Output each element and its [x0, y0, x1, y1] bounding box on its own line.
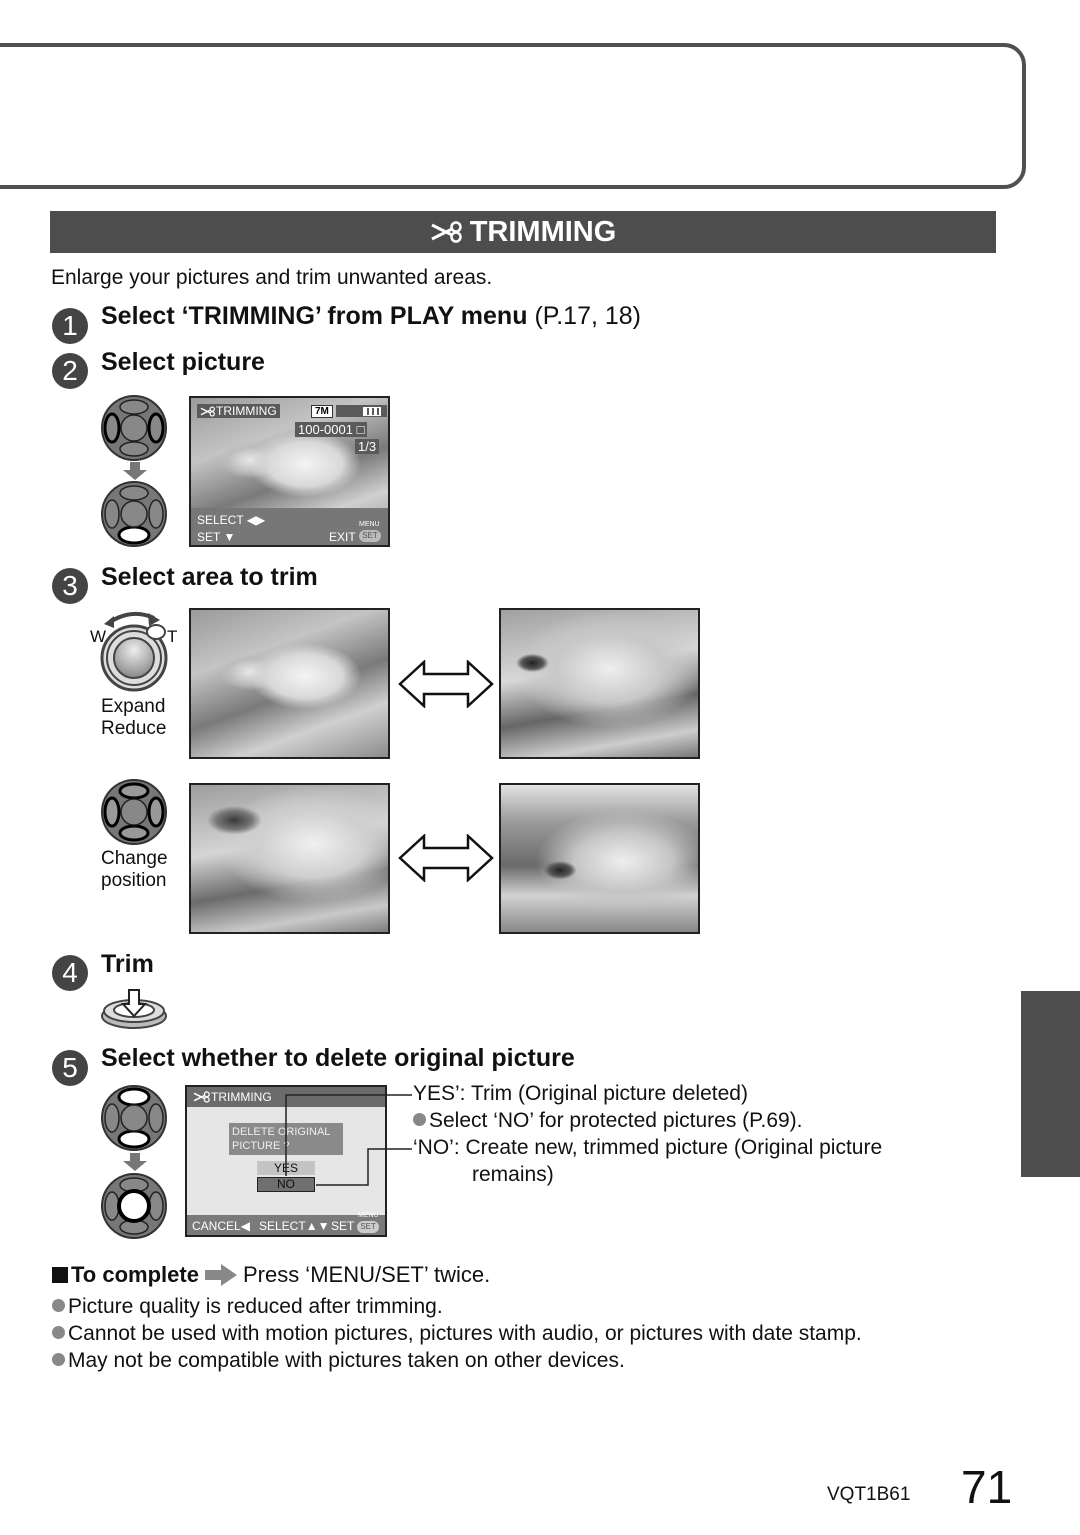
callout-leader-lines [285, 1094, 412, 1186]
no-option-description: ‘NO’: Create new, trimmed picture (Origi… [413, 1136, 883, 1159]
hint-exit: EXIT [329, 530, 356, 544]
lcd-hint-bar: CANCEL◀ SELECT▲▼ SET SET MENU [187, 1212, 385, 1235]
cursor-button-down-icon [101, 481, 167, 547]
bullet-icon [52, 1299, 65, 1312]
scissors-icon [193, 1091, 210, 1103]
step-2-title: Select picture [101, 348, 265, 376]
chapter-side-tab [1021, 991, 1080, 1177]
quality-badge: 7M [311, 405, 333, 418]
page-number: 71 [961, 1461, 1013, 1513]
zoom-tele-label: T [167, 627, 178, 646]
square-bullet-icon [52, 1266, 68, 1283]
bullet-icon [413, 1113, 426, 1126]
yes-option-description: YES’: Trim (Original picture deleted) [413, 1082, 748, 1105]
note-item: Picture quality is reduced after trimmin… [52, 1293, 443, 1320]
menu-small-label: MENU [358, 1212, 379, 1219]
hint-set: SET ▼ [197, 530, 236, 544]
photo-full-view [189, 608, 390, 759]
photo-zoomed-view [499, 608, 700, 759]
step-3-title: Select area to trim [101, 563, 318, 591]
picture-counter: 1/3 [355, 439, 380, 454]
scissors-icon [431, 221, 462, 243]
zoom-caption-expand: Expand [101, 696, 166, 717]
photo-position-before [189, 783, 390, 934]
scissors-icon [200, 405, 215, 417]
hint-select: SELECT ◀▶ [197, 513, 266, 527]
lcd-mode-label: TRIMMING [193, 1090, 272, 1104]
right-arrow-icon [204, 1263, 237, 1286]
hint-select: SELECT▲▼ [259, 1219, 330, 1233]
change-position-caption-line2: position [101, 870, 167, 891]
lcd-mode-label: TRIMMING [197, 404, 280, 418]
lcd-hint-bar: SELECT ◀▶ SET ▼ EXIT SET MENU [191, 508, 388, 545]
change-position-caption-line1: Change [101, 848, 168, 869]
step-4-title: Trim [101, 950, 154, 978]
intro-text: Enlarge your pictures and trim unwanted … [51, 266, 493, 289]
note-item: May not be compatible with pictures take… [52, 1347, 625, 1374]
step-number-5: 5 [52, 1050, 88, 1086]
down-arrow-icon [123, 1153, 147, 1171]
step-number-3: 3 [52, 568, 88, 604]
to-complete-label: To complete [71, 1262, 199, 1287]
menu-set-icon: SET [357, 1221, 379, 1233]
zoom-wide-label: W [90, 627, 107, 646]
menu-set-icon: SET [359, 530, 381, 542]
top-frame [0, 43, 1026, 189]
cursor-button-center-icon [101, 1173, 167, 1239]
to-complete-row: To complete Press ‘MENU/SET’ twice. [52, 1261, 490, 1288]
cursor-button-all-directions-icon [101, 779, 167, 845]
menu-small-label: MENU [359, 521, 380, 528]
cursor-button-up-down-icon [101, 1085, 167, 1151]
step-number-4: 4 [52, 955, 88, 991]
step-number-2: 2 [52, 353, 88, 389]
step-1-label: Select ‘TRIMMING’ from PLAY menu [101, 302, 528, 330]
section-title: TRIMMING [469, 215, 617, 248]
folder-icon: □ [356, 422, 365, 437]
step-1-reference: (P.17, 18) [534, 302, 641, 330]
bullet-icon [52, 1326, 65, 1339]
document-code: VQT1B61 [827, 1484, 911, 1505]
no-option-description-cont: remains) [472, 1163, 554, 1186]
step-1-title: Select ‘TRIMMING’ from PLAY menu (P.17, … [101, 302, 641, 331]
yes-option-note: Select ‘NO’ for protected pictures (P.69… [413, 1107, 803, 1134]
step-number-1: 1 [52, 308, 88, 344]
hint-cancel: CANCEL◀ [192, 1219, 250, 1233]
bullet-icon [52, 1353, 65, 1366]
zoom-caption-reduce: Reduce [101, 718, 167, 739]
cursor-button-left-right-icon [101, 395, 167, 461]
double-arrow-icon [398, 660, 494, 708]
section-header: TRIMMING [50, 211, 996, 253]
double-arrow-icon [398, 834, 494, 882]
down-arrow-icon [123, 462, 147, 480]
file-number: 100-0001 □ [295, 422, 368, 437]
step-5-title: Select whether to delete original pictur… [101, 1044, 575, 1072]
hint-set: SET [331, 1219, 355, 1233]
note-item: Cannot be used with motion pictures, pic… [52, 1320, 862, 1347]
zoom-lever-icon [100, 611, 168, 692]
to-complete-instruction: Press ‘MENU/SET’ twice. [242, 1262, 491, 1287]
shutter-button-press-icon [101, 989, 167, 1029]
photo-position-after [499, 783, 700, 934]
lcd-select-picture: TRIMMING 7M 100-0001 □ 1/3 SELECT ◀▶ SET… [189, 396, 390, 547]
battery-icon [357, 405, 387, 417]
